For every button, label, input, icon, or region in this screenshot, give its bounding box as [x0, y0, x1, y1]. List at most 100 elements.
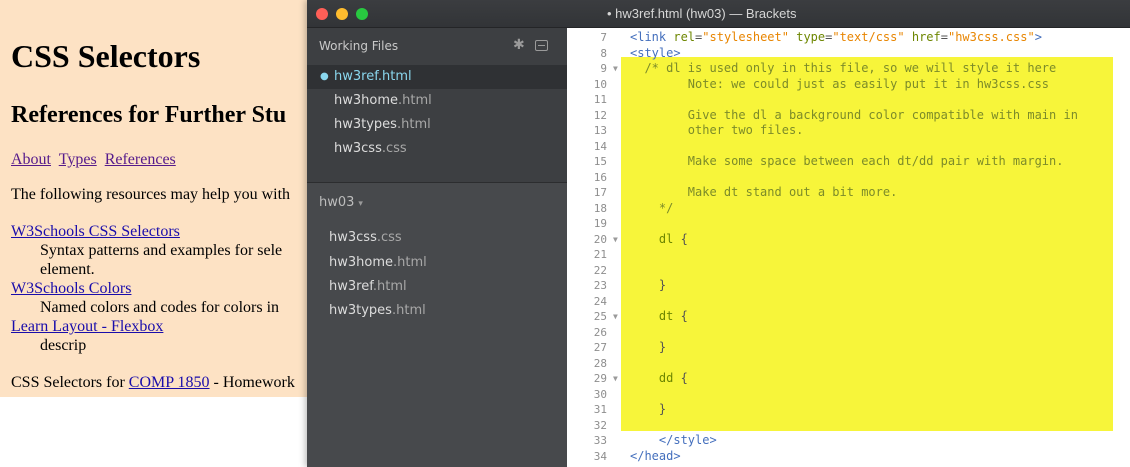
gear-icon[interactable]: ✱ [513, 37, 525, 53]
code-line: dt { [630, 309, 688, 323]
line-number: 12 [593, 108, 607, 122]
fold-toggle-icon[interactable]: ▼ [613, 64, 618, 73]
chevron-down-icon: ▾ [358, 199, 363, 209]
line-number: 26 [593, 325, 607, 339]
nav-link-types[interactable]: Types [59, 151, 97, 168]
code-token: Note: we could just as easily put it in … [630, 76, 1050, 91]
line-number: 24 [593, 294, 607, 308]
working-files-header: Working Files [319, 39, 399, 53]
resource-description: Named colors and codes for colors in [40, 299, 280, 316]
code-token: Make dt stand out a bit more. [630, 185, 898, 199]
fold-toggle-icon[interactable]: ▼ [613, 235, 618, 244]
page-nav: About Types References [11, 151, 180, 169]
resource-description: Syntax patterns and examples for sele el… [40, 242, 283, 278]
project-file-hw3types[interactable]: hw3types.html [329, 303, 426, 318]
page-footer: CSS Selectors for COMP 1850 - Homework [11, 374, 295, 391]
line-number: 29 [593, 372, 607, 385]
nav-link-references[interactable]: References [105, 151, 176, 168]
unsaved-dot-icon: ● [320, 71, 329, 82]
nav-link-about[interactable]: About [11, 151, 51, 168]
line-number: 16 [593, 170, 607, 184]
code-token: type [796, 30, 826, 44]
code-token: } [630, 402, 667, 416]
line-number: 33 [593, 434, 607, 447]
page-subheading: References for Further Stu [11, 102, 287, 128]
code-token: */ [630, 200, 674, 215]
line-number: 20 [593, 232, 607, 246]
code-token: Make some space between each dt/dd pair … [630, 154, 1064, 168]
resource-link-learn-layout[interactable]: Learn Layout - Flexbox [11, 318, 163, 335]
line-number: 22 [593, 263, 607, 277]
code-line: </style> [630, 433, 717, 447]
code-line: <style> [630, 46, 681, 60]
line-number: 30 [593, 387, 607, 401]
maximize-window-button[interactable] [356, 8, 368, 20]
code-token: { [680, 309, 688, 323]
code-token: dl [630, 231, 681, 246]
footer-course-link[interactable]: COMP 1850 [129, 374, 210, 391]
code-token: <style> [630, 45, 681, 60]
code-token: "stylesheet" [702, 30, 789, 44]
code-editor[interactable]: 7 <link rel="stylesheet" type="text/css" … [567, 28, 1130, 467]
resource-list: W3Schools CSS Selectors Syntax patterns … [11, 222, 320, 355]
line-number: 7 [600, 31, 607, 44]
resource-link-w3schools-selectors[interactable]: W3Schools CSS Selectors [11, 223, 180, 240]
code-line: </head> [630, 449, 681, 463]
code-line: } [630, 340, 666, 354]
code-token: </style> [658, 433, 717, 447]
code-token: <link [630, 30, 674, 44]
line-number: 25 [593, 310, 607, 323]
close-window-button[interactable] [316, 8, 328, 20]
code-token: } [630, 340, 667, 354]
project-file-hw3css[interactable]: hw3css.css [329, 230, 402, 245]
brackets-window: • hw3ref.html (hw03) — Brackets Working … [307, 0, 1130, 467]
working-file-hw3home[interactable]: hw3home.html [307, 89, 567, 113]
split-view-icon[interactable] [535, 40, 548, 51]
line-number: 21 [593, 248, 607, 261]
line-number: 15 [593, 155, 607, 168]
code-token: { [680, 231, 688, 246]
working-file-hw3css[interactable]: hw3css.css [307, 137, 567, 161]
line-number: 27 [593, 341, 607, 354]
line-number: 10 [593, 77, 607, 91]
code-token: dt [630, 309, 681, 323]
code-line: */ [630, 201, 673, 215]
line-number: 28 [593, 356, 607, 370]
line-number: 14 [593, 139, 607, 153]
browser-page: CSS Selectors References for Further Stu… [0, 0, 320, 397]
code-line: Give the dl a background color compatibl… [630, 108, 1078, 122]
code-token: rel [673, 30, 696, 44]
code-token: </head> [630, 448, 681, 463]
project-file-hw3ref[interactable]: hw3ref.html [329, 279, 407, 294]
line-number: 31 [593, 403, 607, 416]
working-file-hw3types[interactable]: hw3types.html [307, 113, 567, 137]
line-number: 32 [593, 418, 607, 432]
line-number: 9 [600, 62, 607, 75]
fold-toggle-icon[interactable]: ▼ [613, 374, 618, 383]
fold-toggle-icon[interactable]: ▼ [613, 312, 618, 321]
project-dropdown[interactable]: hw03 ▾ [319, 195, 363, 210]
line-number: 23 [593, 279, 607, 292]
minimize-window-button[interactable] [336, 8, 348, 20]
title-bar[interactable]: • hw3ref.html (hw03) — Brackets [307, 0, 1130, 28]
sidebar: Working Files ✱ ● hw3ref.html hw3home.ht… [307, 28, 567, 467]
line-number: 34 [593, 449, 607, 463]
window-title: • hw3ref.html (hw03) — Brackets [607, 6, 797, 21]
line-number: 8 [600, 46, 607, 60]
code-line: dd { [630, 371, 688, 385]
line-number: 19 [593, 217, 607, 230]
code-token: other two files. [630, 123, 804, 137]
resource-link-w3schools-colors[interactable]: W3Schools Colors [11, 280, 131, 297]
page-heading: CSS Selectors [11, 38, 201, 74]
code-line: } [630, 402, 666, 416]
code-line: Make dt stand out a bit more. [630, 185, 898, 199]
code-token: "hw3css.css" [947, 30, 1035, 44]
code-token: } [630, 278, 667, 292]
project-file-hw3home[interactable]: hw3home.html [329, 255, 427, 270]
working-file-hw3ref[interactable]: ● hw3ref.html [307, 65, 567, 89]
code-token: Give the dl a background color compatibl… [630, 107, 1078, 122]
code-line: dl { [630, 232, 688, 246]
line-number: 11 [593, 93, 607, 106]
